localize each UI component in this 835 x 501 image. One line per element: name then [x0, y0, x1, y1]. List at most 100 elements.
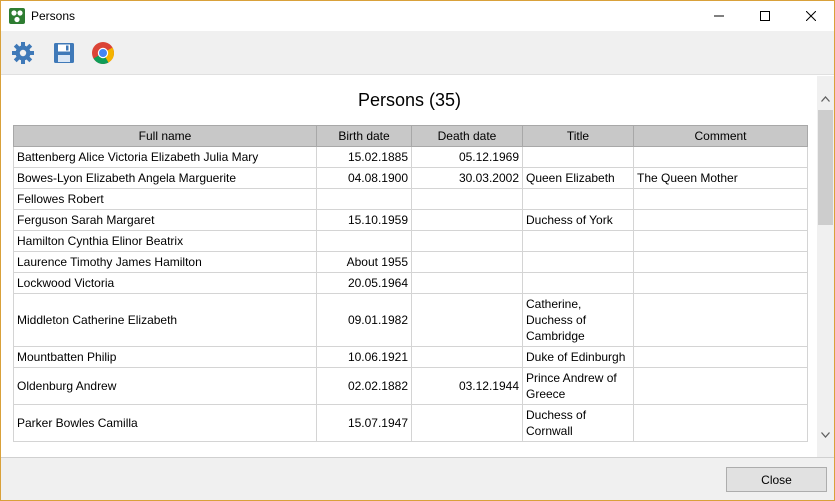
cell-death-date	[411, 272, 523, 294]
cell-comment	[633, 209, 808, 231]
chrome-icon	[92, 42, 114, 64]
cell-birth-date: 15.02.1885	[316, 146, 412, 168]
table-row: Middleton Catherine Elizabeth 09.01.1982…	[13, 293, 808, 347]
scroll-down-button[interactable]	[817, 426, 834, 443]
cell-title	[522, 230, 634, 252]
cell-death-date: 03.12.1944	[411, 367, 523, 405]
window-title: Persons	[31, 9, 76, 23]
save-button[interactable]	[52, 41, 76, 65]
cell-full-name: Ferguson Sarah Margaret	[13, 209, 317, 231]
maximize-icon	[760, 11, 770, 21]
cell-title	[522, 251, 634, 273]
column-header-title[interactable]: Title	[522, 125, 634, 147]
persons-table: Full name Birth date Death date Title Co…	[13, 125, 808, 442]
cell-title: Queen Elizabeth	[522, 167, 634, 189]
table-row: Hamilton Cynthia Elinor Beatrix	[13, 230, 808, 252]
scroll-thumb[interactable]	[818, 110, 833, 225]
report-content: Persons (35) Full name Birth date Death …	[2, 76, 817, 457]
cell-comment	[633, 346, 808, 368]
cell-birth-date: 09.01.1982	[316, 293, 412, 347]
table-row: Laurence Timothy James Hamilton About 19…	[13, 251, 808, 273]
close-icon	[806, 11, 816, 21]
cell-full-name: Battenberg Alice Victoria Elizabeth Juli…	[13, 146, 317, 168]
cell-birth-date	[316, 230, 412, 252]
cell-full-name: Hamilton Cynthia Elinor Beatrix	[13, 230, 317, 252]
open-in-browser-button[interactable]	[91, 41, 115, 65]
table-row: Battenberg Alice Victoria Elizabeth Juli…	[13, 146, 808, 168]
minimize-button[interactable]	[696, 1, 742, 31]
cell-title: Duke of Edinburgh	[522, 346, 634, 368]
table-row: Parker Bowles Camilla 15.07.1947 Duchess…	[13, 404, 808, 442]
cell-title	[522, 188, 634, 210]
persons-app-icon	[9, 8, 25, 24]
cell-full-name: Middleton Catherine Elizabeth	[13, 293, 317, 347]
cell-comment	[633, 367, 808, 405]
cell-birth-date: 04.08.1900	[316, 167, 412, 189]
vertical-scrollbar[interactable]	[817, 76, 834, 457]
cell-title: Duchess of York	[522, 209, 634, 231]
cell-death-date	[411, 251, 523, 273]
gear-icon	[12, 42, 34, 64]
settings-button[interactable]	[11, 41, 35, 65]
persons-window: Persons Persons (35) Full name Birth dat…	[0, 0, 835, 501]
cell-comment	[633, 230, 808, 252]
cell-full-name: Mountbatten Philip	[13, 346, 317, 368]
table-row: Fellowes Robert	[13, 188, 808, 210]
column-header-death-date[interactable]: Death date	[411, 125, 523, 147]
cell-birth-date	[316, 188, 412, 210]
dialog-footer: Close	[1, 457, 834, 500]
close-button[interactable]: Close	[726, 467, 827, 492]
column-header-comment[interactable]: Comment	[633, 125, 808, 147]
cell-title: Catherine, Duchess of Cambridge	[522, 293, 634, 347]
table-row: Mountbatten Philip 10.06.1921 Duke of Ed…	[13, 346, 808, 368]
cell-title	[522, 146, 634, 168]
save-icon	[54, 43, 74, 63]
cell-death-date	[411, 209, 523, 231]
cell-birth-date: 02.02.1882	[316, 367, 412, 405]
cell-title	[522, 272, 634, 294]
column-header-full-name[interactable]: Full name	[13, 125, 317, 147]
cell-full-name: Bowes-Lyon Elizabeth Angela Marguerite	[13, 167, 317, 189]
cell-death-date	[411, 293, 523, 347]
cell-comment	[633, 404, 808, 442]
cell-death-date	[411, 230, 523, 252]
cell-death-date: 05.12.1969	[411, 146, 523, 168]
maximize-button[interactable]	[742, 1, 788, 31]
table-header-row: Full name Birth date Death date Title Co…	[13, 125, 808, 147]
scroll-up-button[interactable]	[817, 90, 834, 107]
cell-full-name: Laurence Timothy James Hamilton	[13, 251, 317, 273]
cell-comment: The Queen Mother	[633, 167, 808, 189]
cell-comment	[633, 293, 808, 347]
cell-comment	[633, 251, 808, 273]
cell-death-date: 30.03.2002	[411, 167, 523, 189]
chevron-down-icon	[821, 431, 830, 438]
close-window-button[interactable]	[788, 1, 834, 31]
cell-birth-date: About 1955	[316, 251, 412, 273]
chevron-up-icon	[821, 95, 830, 102]
title-bar[interactable]: Persons	[1, 1, 834, 31]
cell-title: Prince Andrew of Greece	[522, 367, 634, 405]
cell-birth-date: 20.05.1964	[316, 272, 412, 294]
cell-birth-date: 15.10.1959	[316, 209, 412, 231]
cell-death-date	[411, 346, 523, 368]
cell-full-name: Oldenburg Andrew	[13, 367, 317, 405]
table-row: Oldenburg Andrew 02.02.1882 03.12.1944 P…	[13, 367, 808, 405]
cell-title: Duchess of Cornwall	[522, 404, 634, 442]
minimize-icon	[714, 15, 724, 17]
column-header-birth-date[interactable]: Birth date	[316, 125, 412, 147]
cell-comment	[633, 188, 808, 210]
cell-full-name: Fellowes Robert	[13, 188, 317, 210]
cell-death-date	[411, 404, 523, 442]
table-row: Ferguson Sarah Margaret 15.10.1959 Duche…	[13, 209, 808, 231]
cell-birth-date: 10.06.1921	[316, 346, 412, 368]
toolbar	[1, 31, 834, 75]
cell-comment	[633, 272, 808, 294]
cell-full-name: Lockwood Victoria	[13, 272, 317, 294]
cell-comment	[633, 146, 808, 168]
cell-birth-date: 15.07.1947	[316, 404, 412, 442]
report-title: Persons (35)	[357, 90, 462, 110]
cell-death-date	[411, 188, 523, 210]
table-row: Bowes-Lyon Elizabeth Angela Marguerite 0…	[13, 167, 808, 189]
table-row: Lockwood Victoria 20.05.1964	[13, 272, 808, 294]
cell-full-name: Parker Bowles Camilla	[13, 404, 317, 442]
